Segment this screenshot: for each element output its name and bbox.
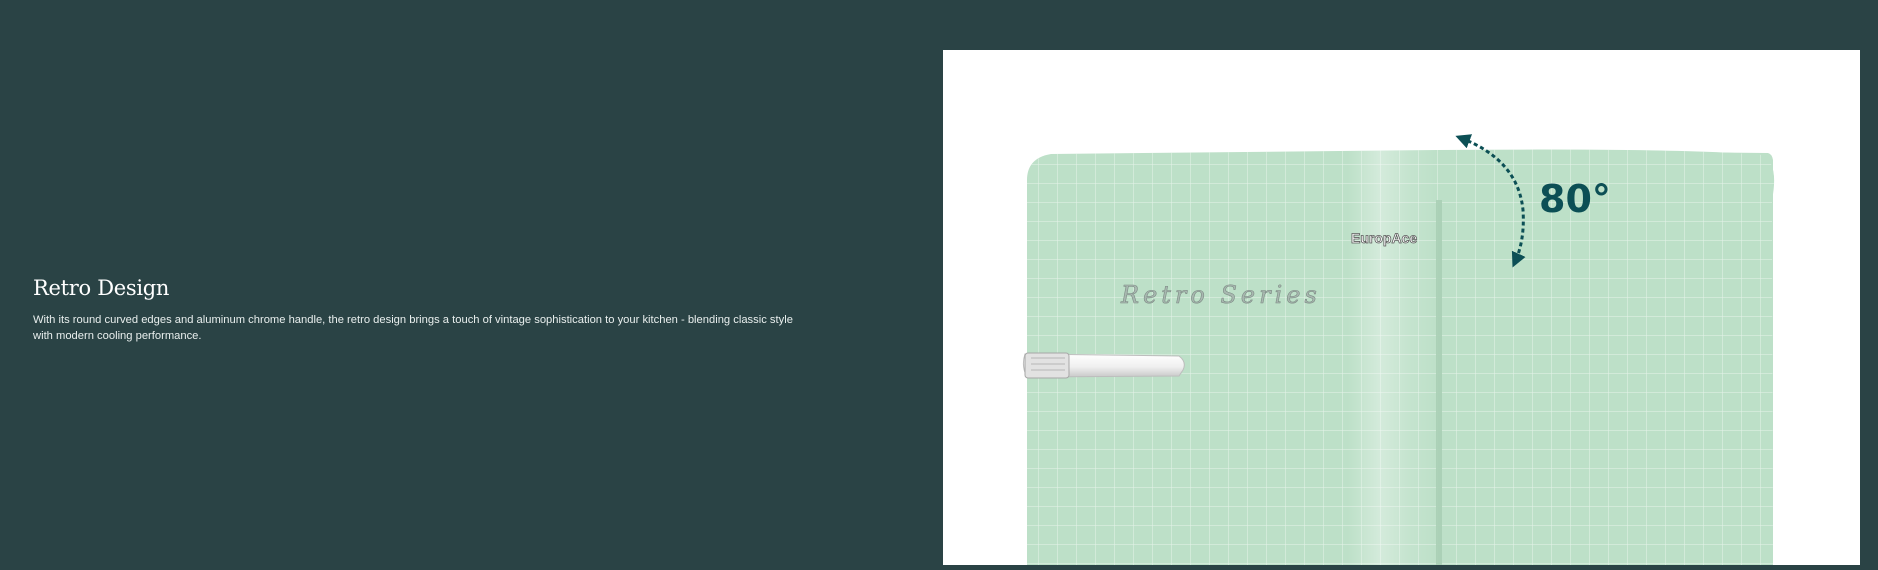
chrome-handle[interactable] (1022, 352, 1185, 379)
feature-text-block: Retro Design With its round curved edges… (33, 274, 793, 344)
retro-series-script: Retro Series (1120, 281, 1321, 309)
door-angle-label: 80° (1539, 177, 1611, 221)
europace-badge: EuropAce (1351, 230, 1417, 246)
feature-title: Retro Design (33, 276, 170, 300)
feature-description: With its round curved edges and aluminum… (33, 314, 793, 342)
feature-section: Retro Design With its round curved edges… (0, 0, 1878, 570)
product-image-panel: Retro Series EuropAce 80° (943, 50, 1860, 565)
fridge-illustration: Retro Series EuropAce 80° (943, 50, 1860, 565)
